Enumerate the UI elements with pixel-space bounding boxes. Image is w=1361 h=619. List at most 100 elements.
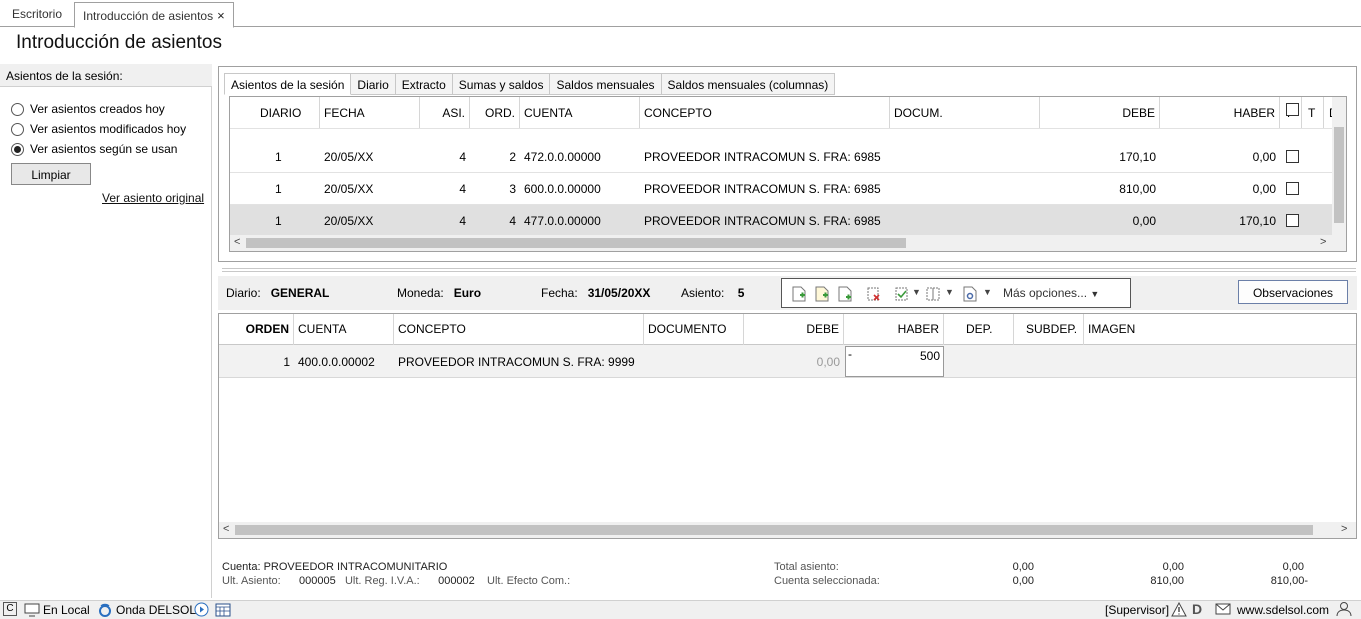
- col-debe[interactable]: DEBE: [744, 314, 844, 345]
- document-tabs: Escritorio Introducción de asientos ×: [0, 0, 1361, 28]
- tab-session-entries[interactable]: Asientos de la sesión: [224, 73, 352, 95]
- vertical-scrollbar[interactable]: [1332, 97, 1346, 237]
- radio-label: Ver asientos creados hoy: [30, 102, 165, 116]
- asiento-value: 5: [737, 286, 745, 300]
- session-panel-header: Asientos de la sesión:: [0, 64, 212, 87]
- cell-cuenta: 600.0.0.00000: [524, 182, 601, 196]
- radio-label: Ver asientos modificados hoy: [30, 122, 187, 136]
- fecha-info: Fecha: 31/05/20XX: [541, 286, 650, 300]
- total-value-1: 0,00: [1012, 561, 1034, 573]
- table-row-selected[interactable]: 1 20/05/XX 4 4 477.0.0.00000 PROVEEDOR I…: [230, 205, 1340, 237]
- col-orden[interactable]: ORDEN: [219, 314, 294, 345]
- scroll-left-icon[interactable]: <: [234, 236, 240, 248]
- radio-created-today[interactable]: Ver asientos creados hoy: [11, 101, 165, 117]
- col-cuenta[interactable]: CUENTA: [294, 314, 394, 345]
- radio-modified-today[interactable]: Ver asientos modificados hoy: [11, 121, 186, 137]
- play-icon[interactable]: [194, 602, 209, 617]
- tab-label: Escritorio: [12, 7, 63, 21]
- diario-value: GENERAL: [270, 286, 330, 300]
- asiento-info: Asiento: 5: [681, 286, 744, 300]
- table-row[interactable]: 1 20/05/XX 4 3 600.0.0.00000 PROVEEDOR I…: [230, 173, 1340, 205]
- panel-splitter[interactable]: [222, 268, 1356, 272]
- cell-asi: 4: [459, 214, 466, 228]
- selected-value-3: 810,00-: [1270, 575, 1308, 587]
- horizontal-scrollbar[interactable]: < >: [230, 235, 1346, 251]
- entry-line-row[interactable]: 1 400.0.0.00002 PROVEEDOR INTRACOMUN S. …: [219, 345, 1356, 378]
- original-entry-link[interactable]: Ver asiento original: [102, 191, 204, 205]
- checkbox-icon[interactable]: [1286, 182, 1299, 195]
- website-link[interactable]: www.sdelsol.com: [1237, 603, 1329, 617]
- checkbox-icon[interactable]: [1286, 214, 1299, 227]
- new-line-icon[interactable]: [792, 286, 806, 302]
- cell-concepto: PROVEEDOR INTRACOMUN S. FRA: 6985: [644, 182, 881, 196]
- ult-asiento-value: 000005: [299, 575, 336, 587]
- entry-toolbar: ▼ ▼ ▼ Más opciones... ▼: [781, 278, 1131, 308]
- tab-sumas-saldos[interactable]: Sumas y saldos: [452, 73, 551, 95]
- onda-icon: [99, 603, 111, 617]
- onda-label: Onda DELSOL: [116, 603, 197, 617]
- entry-lines-grid: ORDEN CUENTA CONCEPTO DOCUMENTO DEBE HAB…: [218, 313, 1357, 539]
- entry-info-bar: Diario: GENERAL Moneda: Euro Fecha: 31/0…: [218, 276, 1357, 310]
- col-haber[interactable]: HABER: [844, 314, 944, 345]
- chevron-down-icon[interactable]: ▼: [945, 287, 954, 297]
- chevron-down-icon[interactable]: ▼: [912, 287, 921, 297]
- tab-saldos-mensuales[interactable]: Saldos mensuales: [550, 73, 662, 95]
- cell-debe: 170,10: [1119, 150, 1156, 164]
- radio-as-used[interactable]: Ver asientos según se usan: [11, 141, 177, 157]
- delete-line-icon[interactable]: [867, 286, 881, 302]
- cuenta-seleccionada-label: Cuenta seleccionada:: [774, 575, 880, 587]
- radio-icon[interactable]: [11, 102, 24, 116]
- radio-icon[interactable]: [11, 122, 24, 136]
- col-imagen[interactable]: IMAGEN: [1084, 314, 1204, 345]
- cell-ord: 4: [509, 214, 516, 228]
- add-line-icon[interactable]: [838, 286, 852, 302]
- cell-debe: 0,00: [816, 355, 840, 369]
- scroll-thumb[interactable]: [246, 238, 906, 248]
- validate-icon[interactable]: [895, 286, 909, 302]
- total-value-2: 0,00: [1162, 561, 1184, 573]
- checkbox-icon[interactable]: [1286, 150, 1299, 163]
- radio-icon[interactable]: [11, 142, 24, 156]
- scroll-thumb[interactable]: [235, 525, 1313, 535]
- user-icon[interactable]: [1335, 601, 1353, 617]
- checkbox-icon[interactable]: [1286, 103, 1299, 116]
- observations-button[interactable]: Observaciones: [1238, 280, 1348, 304]
- haber-value: 500: [919, 349, 940, 363]
- insert-line-icon[interactable]: [815, 286, 829, 302]
- table-row[interactable]: 1 20/05/XX 4 2 472.0.0.00000 PROVEEDOR I…: [230, 141, 1340, 173]
- tab-introduccion-asientos[interactable]: Introducción de asientos ×: [74, 2, 234, 28]
- tab-saldos-mensuales-columnas[interactable]: Saldos mensuales (columnas): [661, 73, 836, 95]
- tab-extracto[interactable]: Extracto: [395, 73, 453, 95]
- horizontal-scrollbar[interactable]: < >: [219, 522, 1356, 538]
- haber-input[interactable]: - 500: [845, 346, 944, 377]
- cell-debe: 0,00: [1132, 214, 1156, 228]
- tab-diario[interactable]: Diario: [351, 73, 396, 95]
- col-subdep[interactable]: SUBDEP.: [1014, 314, 1084, 345]
- chevron-down-icon[interactable]: ▼: [983, 287, 992, 297]
- cell-concepto: PROVEEDOR INTRACOMUN S. FRA: 6985: [644, 150, 881, 164]
- more-options-label: Más opciones...: [1003, 286, 1088, 300]
- col-concepto[interactable]: CONCEPTO: [394, 314, 644, 345]
- mail-icon[interactable]: [1215, 603, 1231, 615]
- ult-efecto-label: Ult. Efecto Com.:: [487, 575, 571, 587]
- c-icon[interactable]: C: [3, 602, 17, 616]
- clear-button[interactable]: Limpiar: [11, 163, 91, 185]
- calendar-icon[interactable]: [215, 603, 231, 617]
- warning-icon[interactable]: [1171, 602, 1187, 617]
- scroll-left-icon[interactable]: <: [223, 523, 229, 535]
- diario-info: Diario: GENERAL: [226, 286, 329, 300]
- col-documento[interactable]: DOCUMENTO: [644, 314, 744, 345]
- scroll-right-icon[interactable]: >: [1341, 523, 1347, 535]
- close-icon[interactable]: ×: [217, 8, 225, 23]
- scroll-thumb[interactable]: [1334, 127, 1344, 223]
- col-dep[interactable]: DEP.: [944, 314, 1014, 345]
- delsol-d-icon[interactable]: D: [1192, 601, 1202, 617]
- tab-escritorio[interactable]: Escritorio: [4, 2, 70, 27]
- monitor-icon: [24, 603, 40, 617]
- scroll-right-icon[interactable]: >: [1320, 236, 1326, 248]
- user-label: [Supervisor]: [1105, 603, 1170, 617]
- columns-icon[interactable]: [926, 286, 940, 302]
- diario-label: Diario:: [226, 286, 261, 300]
- document-settings-icon[interactable]: [963, 286, 977, 302]
- more-options-button[interactable]: Más opciones... ▼: [1003, 286, 1099, 300]
